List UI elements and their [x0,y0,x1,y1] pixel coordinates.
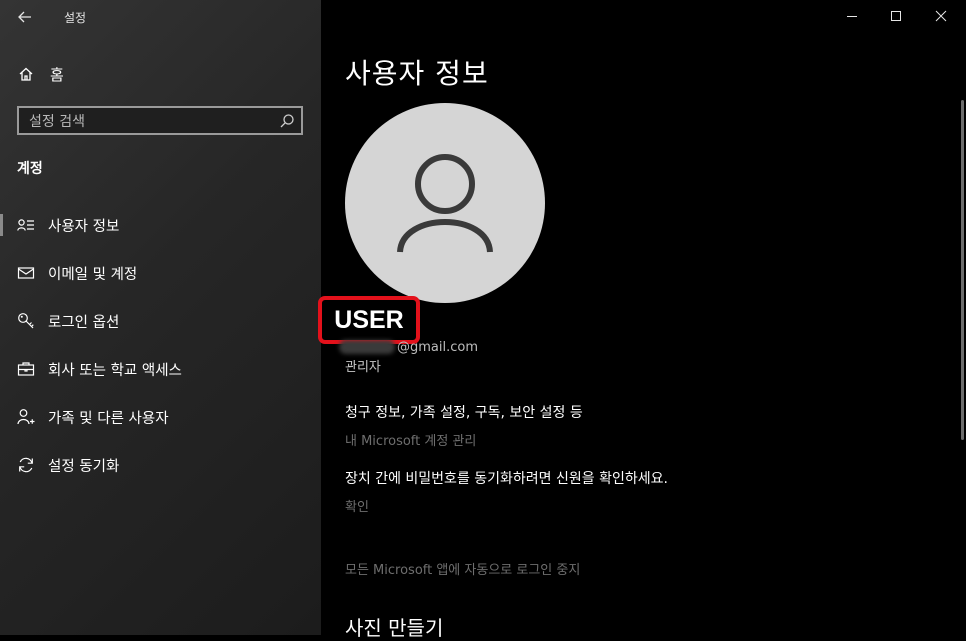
mail-icon [17,264,35,282]
vertical-scrollbar[interactable] [961,100,964,440]
page-title: 사용자 정보 [345,57,489,90]
home-nav-item[interactable]: 홈 [0,60,321,88]
app-title: 설정 [64,11,87,25]
key-icon [17,312,35,330]
nav-label: 로그인 옵션 [48,314,120,331]
nav-label: 가족 및 다른 사용자 [48,410,169,427]
user-name: USER [334,305,404,334]
accounts-nav-list: 사용자 정보 이메일 및 계정 로그인 옵션 회사 또는 학교 액세스 가족 및… [0,201,321,489]
nav-label: 회사 또는 학교 액세스 [48,362,182,379]
nav-label: 설정 동기화 [48,458,120,475]
manage-account-link[interactable]: 내 Microsoft 계정 관리 [345,430,476,449]
email-redaction [339,340,395,354]
person-add-icon [17,408,35,426]
user-silhouette-icon [397,154,493,253]
sync-password-description: 장치 간에 비밀번호를 동기화하려면 신원을 확인하세요. [345,471,668,487]
nav-item-email-accounts[interactable]: 이메일 및 계정 [0,249,321,297]
home-label: 홈 [50,65,64,84]
user-role: 관리자 [345,360,381,375]
user-info-icon [17,216,35,234]
nav-label: 이메일 및 계정 [48,266,138,283]
nav-item-user-info[interactable]: 사용자 정보 [0,201,321,249]
avatar[interactable] [345,103,545,303]
settings-search-box[interactable] [17,106,303,135]
section-title-accounts: 계정 [17,161,43,177]
briefcase-icon [17,360,35,378]
sidebar: 설정 홈 계정 사용자 정보 이메일 및 계정 [0,0,321,635]
home-icon [18,66,34,82]
user-name-highlight: USER [318,296,420,344]
nav-item-work-school-access[interactable]: 회사 또는 학교 액세스 [0,345,321,393]
billing-description: 청구 정보, 가족 설정, 구독, 보안 설정 등 [345,405,583,421]
user-email: @gmail.com [339,338,479,356]
sync-icon [17,456,35,474]
search-icon[interactable] [279,113,295,129]
create-photo-section-title: 사진 만들기 [345,616,444,640]
back-arrow-icon [18,11,31,23]
stop-auto-sign-in-link[interactable]: 모든 Microsoft 앱에 자동으로 로그인 중지 [345,559,580,578]
back-button[interactable] [14,6,36,28]
nav-item-family-other-users[interactable]: 가족 및 다른 사용자 [0,393,321,441]
verify-link[interactable]: 확인 [345,496,369,515]
settings-search-input[interactable] [19,108,271,135]
titlebar-left: 설정 [0,0,321,34]
email-domain: @gmail.com [397,339,479,355]
nav-item-sign-in-options[interactable]: 로그인 옵션 [0,297,321,345]
nav-label: 사용자 정보 [48,218,120,235]
main-content: 사용자 정보 USER @gmail.com 관리자 청구 정보, 가족 설정,… [318,0,961,640]
nav-item-sync-settings[interactable]: 설정 동기화 [0,441,321,489]
